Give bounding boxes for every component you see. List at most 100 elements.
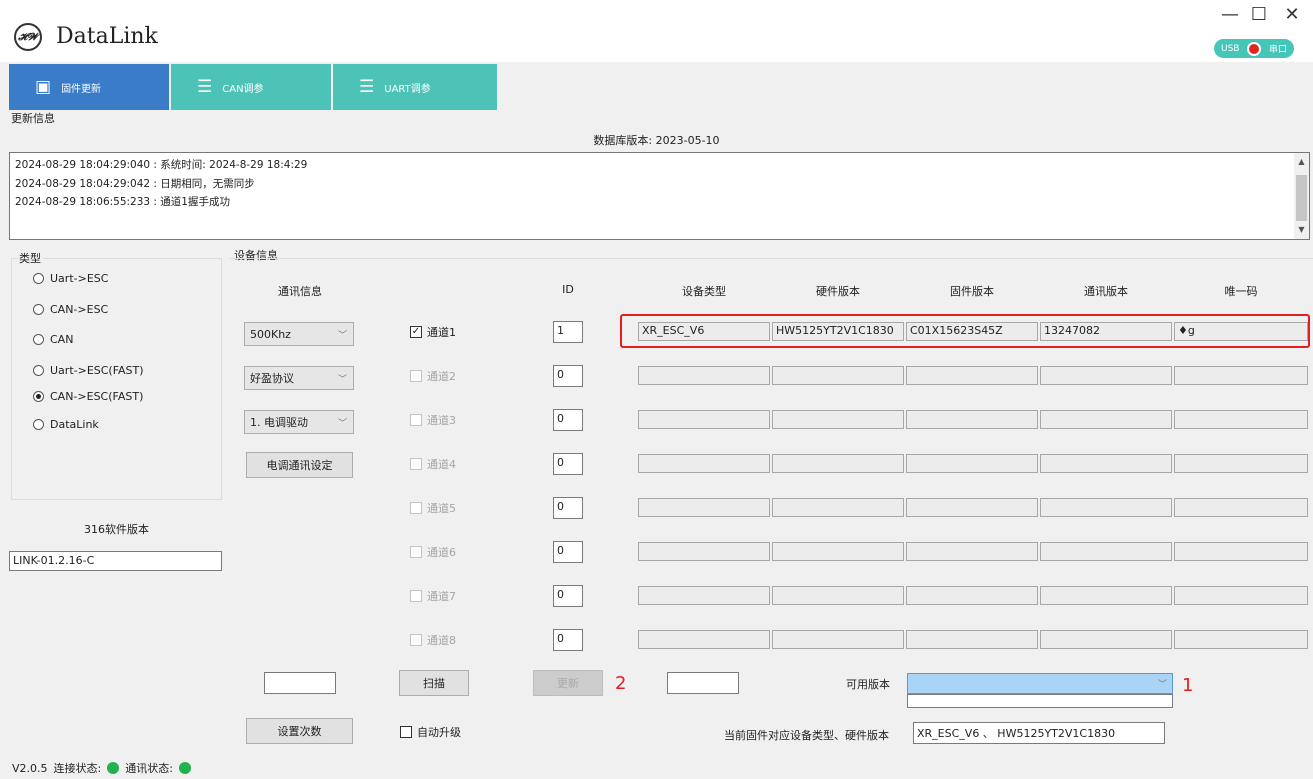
channel-id-field[interactable]: 0 (553, 629, 583, 651)
channel-comm-ver-field (1040, 366, 1172, 385)
tab-firmware-update[interactable]: ▣ 固件更新 (9, 64, 169, 110)
channel-fw-field (906, 410, 1038, 429)
scan-button[interactable]: 扫描 (399, 670, 469, 696)
checklist-icon: ☰ (359, 77, 375, 97)
available-version-select[interactable]: ﹀ (907, 673, 1173, 694)
channel-type-field (638, 366, 770, 385)
comm-status-label: 通讯状态: (125, 762, 173, 775)
close-icon[interactable]: ✕ (1279, 4, 1305, 25)
available-version-dropdown[interactable] (907, 694, 1173, 708)
scroll-down-icon[interactable]: ▼ (1294, 221, 1309, 240)
channel-id-field[interactable]: 0 (553, 541, 583, 563)
channel-checkbox-6[interactable]: 通道6 (410, 544, 456, 560)
channel-fw-field (906, 630, 1038, 649)
channel-checkbox-1[interactable]: ✓ 通道1 (410, 324, 456, 340)
channel-id-field[interactable]: 0 (553, 497, 583, 519)
channel-checkbox-4[interactable]: 通道4 (410, 456, 456, 472)
channel-uid-field (1174, 454, 1308, 473)
connect-status-icon (107, 762, 120, 774)
channel-hw-field (772, 498, 904, 517)
scan-count-field[interactable] (264, 672, 336, 694)
channel-type-field (638, 410, 770, 429)
channel-hw-field (772, 586, 904, 605)
chevron-down-icon: ﹀ (337, 374, 347, 385)
channel-comm-ver-field (1040, 586, 1172, 605)
channel-comm-ver-field (1040, 410, 1172, 429)
app-logo: 𝓗𝓦 (14, 23, 42, 51)
device-info-divider (229, 258, 1313, 259)
software-version-label: 316软件版本 (84, 523, 149, 536)
channel-comm-ver-field (1040, 630, 1172, 649)
radio-uart-esc-fast[interactable]: Uart->ESC(FAST) (33, 364, 144, 377)
toggle-usb-label: USB (1221, 43, 1240, 54)
channel-fw-field (906, 454, 1038, 473)
radio-can-esc[interactable]: CAN->ESC (33, 303, 108, 316)
header-comm: 通讯信息 (278, 285, 322, 298)
header-comm-version: 通讯版本 (1084, 285, 1128, 298)
header-id: ID (562, 283, 574, 296)
auto-upgrade-checkbox[interactable]: 自动升级 (400, 724, 461, 740)
channel-fw-field (906, 586, 1038, 605)
chevron-down-icon: ﹀ (337, 418, 347, 429)
channel-type-field (638, 542, 770, 561)
toggle-serial-label: 串口 (1268, 45, 1287, 55)
channel-uid-field (1174, 410, 1308, 429)
title-bar (0, 0, 1313, 62)
radio-datalink[interactable]: DataLink (33, 418, 99, 431)
checklist-icon: ☰ (197, 77, 213, 97)
status-bar: V2.0.5 连接状态: 通讯状态: (12, 760, 191, 776)
channel-id-field[interactable]: 0 (553, 585, 583, 607)
baudrate-select[interactable]: 500Khz ﹀ (244, 322, 354, 346)
tab-uart-tuning[interactable]: ☰ UART调参 (333, 64, 497, 110)
highlight-box-channel1 (620, 314, 1310, 348)
channel-id-field[interactable]: 1 (553, 321, 583, 343)
connect-status-label: 连接状态: (53, 762, 102, 775)
minimize-icon[interactable]: — (1217, 4, 1243, 25)
protocol-select[interactable]: 好盈协议 ﹀ (244, 366, 354, 390)
annotation-1: 1 (1182, 675, 1194, 696)
radio-can[interactable]: CAN (33, 333, 73, 346)
channel-id-field[interactable]: 0 (553, 365, 583, 387)
tab-can-tuning[interactable]: ☰ CAN调参 (171, 64, 331, 110)
channel-hw-field (772, 366, 904, 385)
current-fw-label: 当前固件对应设备类型、硬件版本 (724, 729, 889, 742)
channel-checkbox-5[interactable]: 通道5 (410, 500, 456, 516)
channel-comm-ver-field (1040, 542, 1172, 561)
radio-can-esc-fast[interactable]: CAN->ESC(FAST) (33, 390, 143, 403)
channel-id-field[interactable]: 0 (553, 409, 583, 431)
esc-comm-settings-button[interactable]: 电调通讯设定 (246, 452, 353, 478)
log-scrollbar[interactable]: ▲ ▼ (1294, 153, 1309, 239)
channel-type-field (638, 586, 770, 605)
log-line: 2024-08-29 18:04:29:042 : 日期相同，无需同步 (15, 177, 255, 190)
available-version-label: 可用版本 (846, 678, 890, 691)
channel-uid-field (1174, 586, 1308, 605)
set-count-button[interactable]: 设置次数 (246, 718, 353, 744)
maximize-icon[interactable]: ☐ (1246, 4, 1272, 25)
channel-checkbox-2[interactable]: 通道2 (410, 368, 456, 384)
device-info-label: 设备信息 (234, 249, 278, 262)
usb-serial-toggle[interactable]: USB 串口 (1214, 39, 1294, 58)
log-line: 2024-08-29 18:04:29:040 : 系统时间: 2024-8-2… (15, 159, 308, 171)
software-version-field[interactable]: LINK-01.2.16-C (9, 551, 222, 571)
update-info-label: 更新信息 (11, 112, 55, 125)
update-button[interactable]: 更新 (533, 670, 603, 696)
header-hw: 硬件版本 (816, 285, 860, 298)
tab-label: 固件更新 (61, 83, 102, 95)
radio-uart-esc[interactable]: Uart->ESC (33, 272, 108, 285)
scroll-up-icon[interactable]: ▲ (1294, 153, 1309, 172)
channel-id-field[interactable]: 0 (553, 453, 583, 475)
app-title: DataLink (56, 24, 158, 49)
channel-fw-field (906, 542, 1038, 561)
channel-checkbox-8[interactable]: 通道8 (410, 632, 456, 648)
current-fw-field[interactable]: XR_ESC_V6 、 HW5125YT2V1C1830 (913, 722, 1165, 744)
log-textbox[interactable]: 2024-08-29 18:04:29:040 : 系统时间: 2024-8-2… (9, 152, 1310, 240)
channel-uid-field (1174, 366, 1308, 385)
channel-checkbox-3[interactable]: 通道3 (410, 412, 456, 428)
scroll-thumb[interactable] (1296, 175, 1307, 221)
channel-fw-field (906, 498, 1038, 517)
driver-select[interactable]: 1. 电调驱动 ﹀ (244, 410, 354, 434)
tab-label: CAN调参 (222, 83, 264, 95)
tab-label: UART调参 (384, 83, 431, 95)
channel-checkbox-7[interactable]: 通道7 (410, 588, 456, 604)
update-count-field[interactable] (667, 672, 739, 694)
